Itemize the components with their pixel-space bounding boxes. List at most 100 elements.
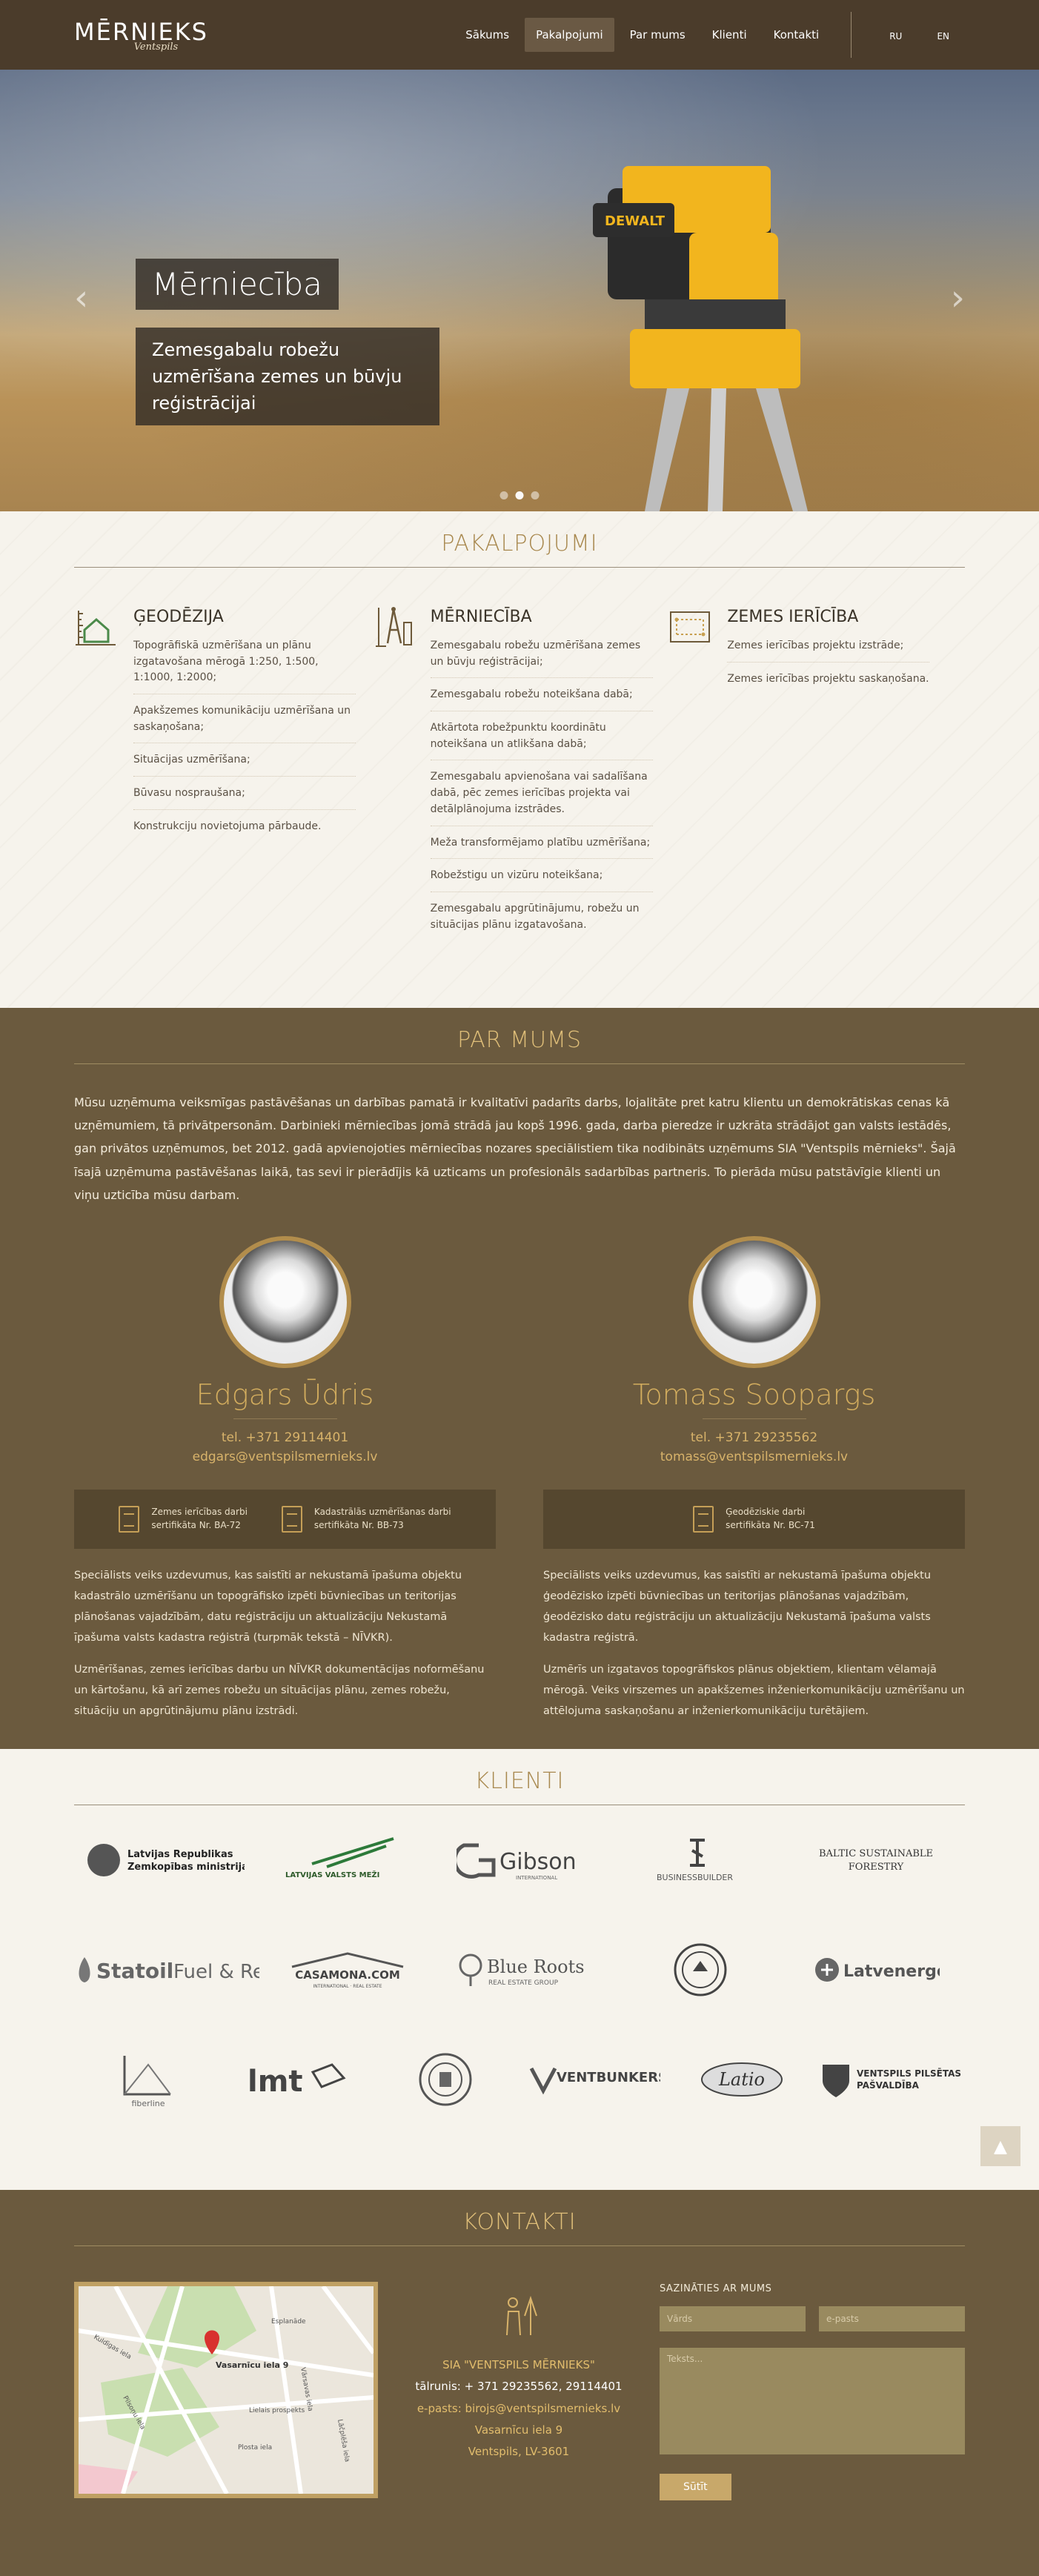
company-phone[interactable]: tālrunis: + 371 29235562, 29114401 (378, 2376, 660, 2397)
service-heading: ĢEODĒZIJA (133, 608, 224, 626)
round-seal-icon (419, 2053, 472, 2106)
avatar (219, 1235, 351, 1368)
svg-text:DEWALT: DEWALT (605, 213, 665, 229)
client-line1: Latvijas Republikas (127, 1849, 233, 1860)
lang-ru-link[interactable]: RU (878, 21, 913, 52)
avatar (688, 1235, 820, 1368)
client-logo-statoil[interactable]: Statoil Fuel & Retail (74, 1951, 259, 1988)
client-logo-fiberline[interactable]: fiberline (74, 2050, 222, 2109)
blue-roots-icon: Blue Roots REAL ESTATE GROUP (459, 1953, 585, 1987)
drafting-tools-icon (375, 607, 412, 647)
menu-item-kontakti[interactable]: Kontakti (763, 18, 831, 52)
client-line2: PAŠVALDĪBA (857, 2079, 920, 2091)
slider-dot-active[interactable] (515, 491, 524, 499)
section-divider (74, 1063, 965, 1064)
person-email[interactable]: tomass@ventspilsmernieks.lv (543, 1447, 965, 1467)
person-email[interactable]: edgars@ventspilsmernieks.lv (74, 1447, 496, 1467)
client-logo-blue-roots[interactable]: Blue Roots REAL ESTATE GROUP (436, 1949, 612, 1991)
client-logo-casamona[interactable]: CASAMONA.COM INTERNATIONAL · REAL ESTATE (259, 1949, 436, 1991)
certificate: Ģeodēziskie darbi sertifikāta Nr. BC-71 (693, 1505, 815, 1533)
email-field[interactable] (819, 2306, 965, 2331)
slider-dots (499, 491, 540, 499)
site-logo[interactable]: MĒRNIEKS Ventspils (74, 18, 208, 53)
team-member-edgars: Edgars Ūdris tel. +371 29114401 edgars@v… (74, 1235, 496, 1733)
service-item: Topogrāfiskā uzmērīšana un plānu izgatav… (133, 638, 356, 695)
client-line1: fiberline (132, 2099, 165, 2108)
gibson-icon: Gibson INTERNATIONAL (457, 1843, 577, 1881)
map-street: Esplanāde (271, 2318, 306, 2326)
client-logos: Latvijas Republikas Zemkopības ministrij… (0, 1805, 1039, 2134)
services-title: PAKALPOJUMI (441, 531, 598, 557)
certificate-icon (693, 1505, 714, 1533)
slider-dot[interactable] (499, 491, 508, 499)
language-switcher: RU EN (874, 28, 965, 42)
person-description: Uzmērīs un izgatavos topogrāfiskos plānu… (543, 1663, 965, 1718)
service-column-zemes-ierīcība: ZEMES IERĪCĪBA Zemes ierīcības projektu … (668, 605, 965, 949)
client-logo-business-builder[interactable]: BUSINESSBUILDER (608, 1836, 786, 1885)
cert-title: Kadastrālās uzmērīšanas darbi (313, 1507, 451, 1518)
client-logo-latio[interactable]: Latio (668, 2059, 816, 2100)
person-name: Tomass Soopargs (632, 1378, 876, 1411)
person-phone[interactable]: tel. +371 29235562 (543, 1428, 965, 1447)
send-button[interactable]: Sūtīt (660, 2474, 731, 2500)
client-line1: VENTSPILS PILSĒTAS (857, 2068, 961, 2079)
service-item: Atkārtota robežpunktu koordinātu noteikš… (430, 720, 653, 761)
name-field[interactable] (660, 2306, 806, 2331)
client-logo-zemkopibas-ministrija[interactable]: Latvijas Republikas Zemkopības ministrij… (74, 1838, 252, 1882)
contact-info: SIA "VENTSPILS MĒRNIEKS" tālrunis: + 371… (378, 2282, 660, 2500)
bsf-icon: BALTIC SUSTAINABLE FORESTRY (819, 1848, 933, 1873)
client-line2: REAL ESTATE GROUP (488, 1979, 559, 1987)
lmt-icon: lmt (248, 2063, 347, 2099)
land-plan-icon (670, 611, 711, 643)
map-image: Vasarnīcu iela 9 Esplanāde Kuldīgas iela… (79, 2286, 374, 2494)
slider-dot[interactable] (531, 491, 540, 499)
client-logo-seal[interactable] (612, 1940, 789, 1999)
menu-item-pakalpojumi[interactable]: Pakalpojumi (525, 18, 614, 52)
slider-prev-arrow[interactable]: ‹ (74, 277, 88, 319)
contacts-section: KONTAKTI Vasarnīcu iela 9 Esplanāde Kuld… (0, 2190, 1039, 2576)
client-line1: BALTIC SUSTAINABLE (819, 1848, 933, 1859)
client-logo-ventbunkers[interactable]: VENTBUNKERS (520, 2061, 668, 2098)
certificate-icon (119, 1505, 140, 1533)
service-item: Būvasu nospraušana; (133, 786, 356, 810)
seal-icon (674, 1943, 727, 1996)
menu-item-sakums[interactable]: Sākums (454, 18, 520, 52)
slider-next-arrow[interactable]: › (951, 277, 965, 319)
person-phone[interactable]: tel. +371 29114401 (74, 1428, 496, 1447)
client-line1: Latio (718, 2069, 765, 2090)
company-email[interactable]: e-pasts: birojs@ventspilsmernieks.lv (378, 2398, 660, 2420)
services-section: PAKALPOJUMI ĢEODĒZIJA Topogrāfiskā uzmēr… (0, 511, 1039, 1008)
person-description: Uzmērīšanas, zemes ierīcības darbu un NĪ… (74, 1663, 485, 1718)
message-field[interactable] (660, 2348, 965, 2454)
client-line1: Latvenergo (843, 1962, 940, 1981)
client-logo-lvm[interactable]: LATVIJAS VALSTS MEŽI (252, 1834, 430, 1886)
client-line1: Blue Roots (487, 1956, 585, 1977)
service-column-merniecība: MĒRNIECĪBA Zemesgabalu robežu uzmērīšana… (371, 605, 668, 949)
service-item: Situācijas uzmērīšana; (133, 752, 356, 777)
ventspils-crest-icon: VENTSPILS PILSĒTAS PAŠVALDĪBA (822, 2065, 961, 2097)
client-logo-round-seal[interactable] (371, 2050, 520, 2109)
client-logo-bsf[interactable]: BALTIC SUSTAINABLE FORESTRY (787, 1842, 965, 1879)
latvenergo-icon: Latvenergo (815, 1958, 940, 1982)
cert-title: Ģeodēziskie darbi (726, 1507, 806, 1518)
client-logo-latvenergo[interactable]: Latvenergo (789, 1951, 965, 1988)
map-street: Lielais prospekts (249, 2407, 305, 2414)
cert-number: sertifikāta Nr. BB-73 (313, 1519, 404, 1530)
scroll-to-top-button[interactable]: ▲ (980, 2126, 1020, 2166)
client-logo-lmt[interactable]: lmt (222, 2059, 371, 2100)
menu-item-klienti[interactable]: Klienti (701, 18, 758, 52)
certificates-bar: Zemes ierīcības darbi sertifikāta Nr. BA-… (74, 1489, 496, 1549)
certificate-icon (281, 1505, 302, 1533)
main-menu: Sākums Pakalpojumi Par mums Klienti Kont… (454, 12, 965, 58)
service-column-geodezija: ĢEODĒZIJA Topogrāfiskā uzmērīšana un plā… (74, 605, 371, 949)
lang-en-link[interactable]: EN (926, 21, 960, 52)
menu-item-par-mums[interactable]: Par mums (619, 18, 697, 52)
client-logo-gibson[interactable]: Gibson INTERNATIONAL (431, 1838, 608, 1882)
name-underline (702, 1418, 806, 1419)
service-item: Meža transformējamo platību uzmērīšana; (430, 835, 653, 860)
location-map[interactable]: Vasarnīcu iela 9 Esplanāde Kuldīgas iela… (74, 2282, 378, 2498)
top-navigation: MĒRNIEKS Ventspils Sākums Pakalpojumi Pa… (0, 0, 1039, 70)
surveyor-icon (506, 2295, 537, 2336)
service-heading: ZEMES IERĪCĪBA (727, 608, 859, 626)
client-logo-ventspils-pasvaldiba[interactable]: VENTSPILS PILSĒTAS PAŠVALDĪBA (817, 2059, 965, 2100)
